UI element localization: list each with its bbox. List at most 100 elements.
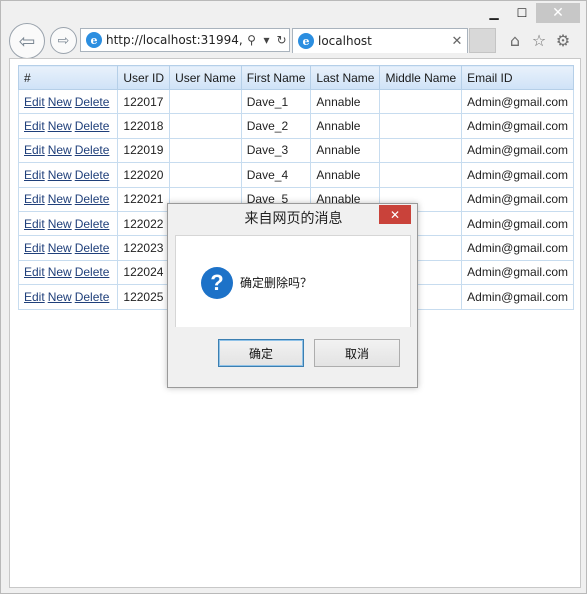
- edit-link[interactable]: Edit: [24, 119, 45, 133]
- row-actions: Edit New Delete: [17, 186, 119, 212]
- home-icon[interactable]: ⌂: [505, 30, 525, 50]
- dropdown-icon[interactable]: ▾: [259, 33, 274, 47]
- cell-middle-name: [379, 137, 463, 164]
- cell-user-name: [169, 137, 242, 164]
- cell-middle-name: [379, 88, 463, 115]
- cell-user-id: 122025: [117, 284, 171, 310]
- cell-email: Admin@gmail.com: [461, 235, 575, 261]
- delete-link[interactable]: Delete: [75, 192, 110, 206]
- question-icon: ?: [201, 267, 233, 299]
- row-actions: Edit New Delete: [17, 235, 119, 261]
- table-header-row: # User ID User Name First Name Last Name Midd…: [17, 65, 575, 90]
- new-link[interactable]: New: [48, 168, 72, 182]
- window-caption-buttons: ▁ ☐ ✕: [480, 3, 580, 23]
- browser-window: ▁ ☐ ✕ ⇦ ⇨ e http://localhost:31994, ⚲ ▾ …: [0, 0, 587, 594]
- cell-first-name: Dave_1: [240, 88, 312, 115]
- edit-link[interactable]: Edit: [24, 241, 45, 255]
- table-row: Edit New Delete 122020 Dave_4 Annable Admin@gm…: [17, 162, 575, 188]
- delete-link[interactable]: Delete: [75, 119, 110, 133]
- browser-toolbar: ⇦ ⇨ e http://localhost:31994, ⚲ ▾ ↻ e lo…: [1, 23, 586, 59]
- row-actions: Edit New Delete: [17, 113, 119, 139]
- edit-link[interactable]: Edit: [24, 265, 45, 279]
- delete-link[interactable]: Delete: [75, 168, 110, 182]
- dialog-body: ? 确定删除吗？: [175, 235, 411, 327]
- column-header: Last Name: [310, 65, 381, 90]
- new-link[interactable]: New: [48, 192, 72, 206]
- cell-email: Admin@gmail.com: [461, 88, 575, 115]
- cell-middle-name: [379, 113, 463, 139]
- cell-email: Admin@gmail.com: [461, 137, 575, 164]
- edit-link[interactable]: Edit: [24, 217, 45, 231]
- cell-user-id: 122021: [117, 186, 171, 212]
- edit-link[interactable]: Edit: [24, 143, 45, 157]
- new-link[interactable]: New: [48, 143, 72, 157]
- table-row: Edit New Delete 122019 Dave_3 Annable Admin@gm…: [17, 137, 575, 164]
- tab-close-icon[interactable]: ✕: [447, 34, 467, 49]
- row-actions: Edit New Delete: [17, 259, 119, 286]
- search-icon[interactable]: ⚲: [244, 33, 259, 47]
- delete-link[interactable]: Delete: [75, 265, 110, 279]
- dialog-close-button[interactable]: ✕: [379, 205, 411, 224]
- settings-gear-icon[interactable]: ⚙: [553, 30, 573, 50]
- arrow-left-icon: ⇦: [18, 29, 36, 53]
- row-actions: Edit New Delete: [17, 162, 119, 188]
- new-link[interactable]: New: [48, 265, 72, 279]
- cell-user-id: 122017: [117, 88, 171, 115]
- column-header: Email ID: [461, 65, 575, 90]
- column-header: User Name: [169, 65, 242, 90]
- delete-link[interactable]: Delete: [75, 95, 110, 109]
- row-actions: Edit New Delete: [17, 210, 119, 237]
- address-bar[interactable]: e http://localhost:31994, ⚲ ▾ ↻: [80, 28, 290, 52]
- refresh-icon[interactable]: ↻: [274, 33, 289, 47]
- new-link[interactable]: New: [48, 95, 72, 109]
- cell-user-id: 122019: [117, 137, 171, 164]
- new-link[interactable]: New: [48, 241, 72, 255]
- cell-user-id: 122018: [117, 113, 171, 139]
- dialog-message: 确定删除吗？: [240, 276, 313, 290]
- close-window-button[interactable]: ✕: [536, 3, 580, 23]
- minimize-button[interactable]: ▁: [480, 3, 508, 23]
- favorites-star-icon[interactable]: ☆: [529, 30, 549, 50]
- address-text[interactable]: http://localhost:31994,: [106, 33, 244, 47]
- arrow-right-icon: ⇨: [57, 32, 70, 49]
- cell-user-id: 122023: [117, 235, 171, 261]
- table-row: Edit New Delete 122017 Dave_1 Annable Admin@gm…: [17, 88, 575, 115]
- cell-user-name: [169, 88, 242, 115]
- edit-link[interactable]: Edit: [24, 95, 45, 109]
- cell-email: Admin@gmail.com: [461, 284, 575, 310]
- forward-button[interactable]: ⇨: [50, 27, 77, 54]
- ie-tab-icon: e: [298, 33, 314, 49]
- cell-last-name: Annable: [310, 88, 381, 115]
- cell-email: Admin@gmail.com: [461, 210, 575, 237]
- new-link[interactable]: New: [48, 290, 72, 304]
- cell-last-name: Annable: [310, 137, 381, 164]
- browser-tab[interactable]: e localhost ✕: [292, 28, 468, 53]
- column-header: User ID: [117, 65, 171, 90]
- edit-link[interactable]: Edit: [24, 290, 45, 304]
- cell-user-name: [169, 162, 242, 188]
- cell-middle-name: [379, 162, 463, 188]
- cancel-button[interactable]: 取消: [314, 339, 400, 367]
- cell-user-id: 122022: [117, 210, 171, 237]
- delete-link[interactable]: Delete: [75, 143, 110, 157]
- maximize-button[interactable]: ☐: [508, 3, 536, 23]
- delete-link[interactable]: Delete: [75, 290, 110, 304]
- cell-user-id: 122020: [117, 162, 171, 188]
- confirm-dialog: 来自网页的消息 ✕ ? 确定删除吗？ 确定 取消: [167, 203, 418, 388]
- row-actions: Edit New Delete: [17, 137, 119, 164]
- cell-email: Admin@gmail.com: [461, 259, 575, 286]
- edit-link[interactable]: Edit: [24, 168, 45, 182]
- back-button[interactable]: ⇦: [9, 23, 45, 59]
- ie-icon: e: [86, 32, 102, 48]
- column-header: #: [17, 65, 119, 90]
- new-tab-button[interactable]: [469, 28, 496, 53]
- new-link[interactable]: New: [48, 119, 72, 133]
- delete-link[interactable]: Delete: [75, 217, 110, 231]
- new-link[interactable]: New: [48, 217, 72, 231]
- cell-last-name: Annable: [310, 162, 381, 188]
- delete-link[interactable]: Delete: [75, 241, 110, 255]
- cell-first-name: Dave_4: [240, 162, 312, 188]
- edit-link[interactable]: Edit: [24, 192, 45, 206]
- ok-button[interactable]: 确定: [218, 339, 304, 367]
- column-header: First Name: [240, 65, 312, 90]
